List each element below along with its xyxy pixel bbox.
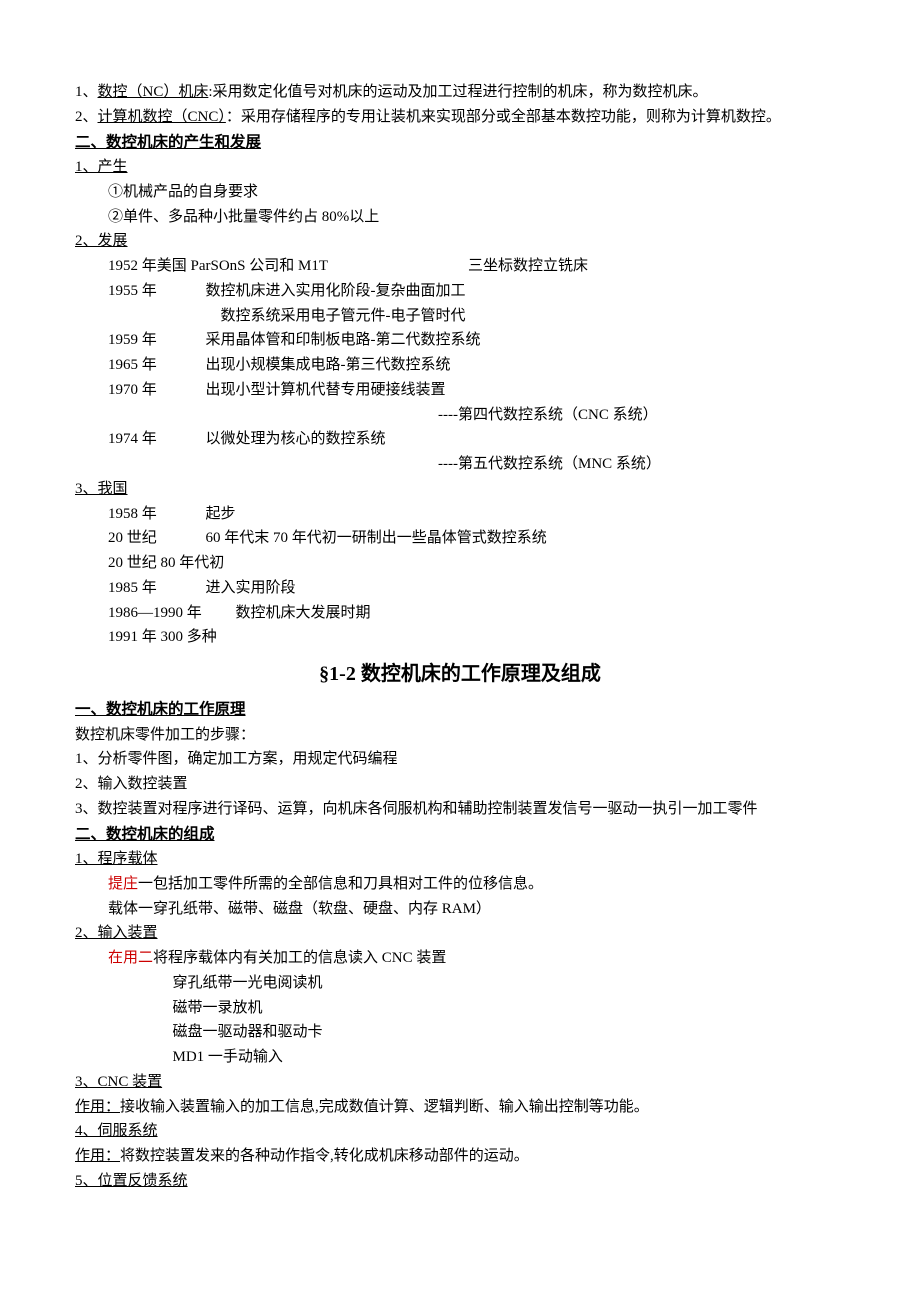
- def-1-rest: :采用数定化值号对机床的运动及加工过程进行控制的机床，称为数控机床。: [208, 84, 707, 100]
- comp-3: 3、CNC 装置: [75, 1070, 845, 1095]
- comp-2-a: 穿孔纸带一光电阅读机: [75, 971, 845, 996]
- dev-1970: 1970 年出现小型计算机代替专用硬接线装置: [108, 378, 845, 403]
- dev-1952-b: 三坐标数控立铣床: [468, 258, 588, 274]
- cn-1985: 1985 年进入实用阶段: [108, 576, 845, 601]
- dev-1970-year: 1970 年: [108, 378, 206, 403]
- comp-5: 5、位置反馈系统: [75, 1169, 845, 1194]
- dev-1974-note: ----第五代数控系统（MNC 系统）: [108, 452, 845, 477]
- def-2-rest: ：采用存储程序的专用让装机来实现部分或全部基本数控功能，则称为计算机数控。: [226, 109, 781, 125]
- dev-1970-note: ----第四代数控系统（CNC 系统）: [108, 403, 845, 428]
- def-1-num: 1、: [75, 84, 98, 100]
- cn-1958-year: 1958 年: [108, 502, 206, 527]
- comp-4-use-label: 作用：: [75, 1148, 120, 1164]
- comp-2: 2、输入装置: [75, 921, 845, 946]
- comp-4-use: 作用：将数控装置发来的各种动作指令,转化成机床移动部件的运动。: [75, 1144, 845, 1169]
- comp-2-c: 磁盘一驱动器和驱动卡: [75, 1020, 845, 1045]
- comp-1-red: 提庄: [108, 876, 138, 892]
- comp-3-use-label: 作用：: [75, 1099, 120, 1115]
- cn-80: 20 世纪 80 年代初: [108, 551, 845, 576]
- dev-1952: 1952 年美国 ParSOnS 公司和 M1T三坐标数控立铣床: [108, 254, 845, 279]
- dev-1974-year: 1974 年: [108, 427, 206, 452]
- item-2-1-a: ①机械产品的自身要求: [75, 180, 845, 205]
- def-1-term: 数控（NC）机床: [98, 84, 209, 100]
- cn-6070-year: 20 世纪: [108, 526, 206, 551]
- def-1: 1、数控（NC）机床:采用数定化值号对机床的运动及加工过程进行控制的机床，称为数…: [75, 80, 845, 105]
- dev-1955-b: 数控系统采用电子管元件-电子管时代: [108, 304, 845, 329]
- comp-1-b: 载体一穿孔纸带、磁带、磁盘（软盘、硬盘、内存 RAM）: [75, 897, 845, 922]
- cn-6070: 20 世纪60 年代末 70 年代初一研制出一些晶体管式数控系统: [108, 526, 845, 551]
- def-2: 2、计算机数控（CNC）：采用存储程序的专用让装机来实现部分或全部基本数控功能，…: [75, 105, 845, 130]
- comp-2-b: 磁带一录放机: [75, 996, 845, 1021]
- dev-1965: 1965 年出现小规模集成电路-第三代数控系统: [108, 353, 845, 378]
- dev-1955: 1955 年数控机床进入实用化阶段-复杂曲面加工: [108, 279, 845, 304]
- wp-step-3: 3、数控装置对程序进行译码、运算，向机床各伺服机构和辅助控制装置发信号一驱动一执…: [75, 797, 845, 822]
- cn-1991: 1991 年 300 多种: [108, 625, 845, 650]
- wp-intro: 数控机床零件加工的步骤：: [75, 723, 845, 748]
- comp-1-a: 提庄一包括加工零件所需的全部信息和刀具相对工件的位移信息。: [75, 872, 845, 897]
- sub-2-1: 1、产生: [75, 155, 845, 180]
- cn-8690-year: 1986—1990 年: [108, 601, 236, 626]
- def-2-term: 计算机数控（CNC）: [98, 109, 226, 125]
- heading-2: 二、数控机床的产生和发展: [75, 130, 845, 156]
- cn-8690: 1986—1990 年数控机床大发展时期: [108, 601, 845, 626]
- cn-1958: 1958 年起步: [108, 502, 845, 527]
- dev-1955-year: 1955 年: [108, 279, 206, 304]
- sub-2-2: 2、发展: [75, 229, 845, 254]
- dev-1974: 1974 年以微处理为核心的数控系统: [108, 427, 845, 452]
- heading-wp: 一、数控机床的工作原理: [75, 697, 845, 723]
- def-2-num: 2、: [75, 109, 98, 125]
- comp-2-red: 在用二: [108, 950, 153, 966]
- cn-1985-year: 1985 年: [108, 576, 206, 601]
- comp-2-d: MD1 一手动输入: [75, 1045, 845, 1070]
- section-1-2-title: §1-2 数控机床的工作原理及组成: [75, 658, 845, 691]
- wp-step-1: 1、分析零件图，确定加工方案，用规定代码编程: [75, 747, 845, 772]
- sub-2-3: 3、我国: [75, 477, 845, 502]
- dev-1965-year: 1965 年: [108, 353, 206, 378]
- heading-comp: 二、数控机床的组成: [75, 822, 845, 848]
- comp-1: 1、程序载体: [75, 847, 845, 872]
- comp-4: 4、伺服系统: [75, 1119, 845, 1144]
- comp-3-use: 作用：接收输入装置输入的加工信息,完成数值计算、逻辑判断、输入输出控制等功能。: [75, 1095, 845, 1120]
- item-2-1-b: ②单件、多品种小批量零件约占 80%以上: [75, 205, 845, 230]
- dev-1952-a: 1952 年美国 ParSOnS 公司和 M1T: [108, 254, 468, 279]
- comp-2-intro: 在用二将程序载体内有关加工的信息读入 CNC 装置: [75, 946, 845, 971]
- wp-step-2: 2、输入数控装置: [75, 772, 845, 797]
- dev-1955-a: 数控机床进入实用化阶段-复杂曲面加工: [206, 283, 466, 299]
- dev-1959-year: 1959 年: [108, 328, 206, 353]
- dev-1959: 1959 年采用晶体管和印制板电路-第二代数控系统: [108, 328, 845, 353]
